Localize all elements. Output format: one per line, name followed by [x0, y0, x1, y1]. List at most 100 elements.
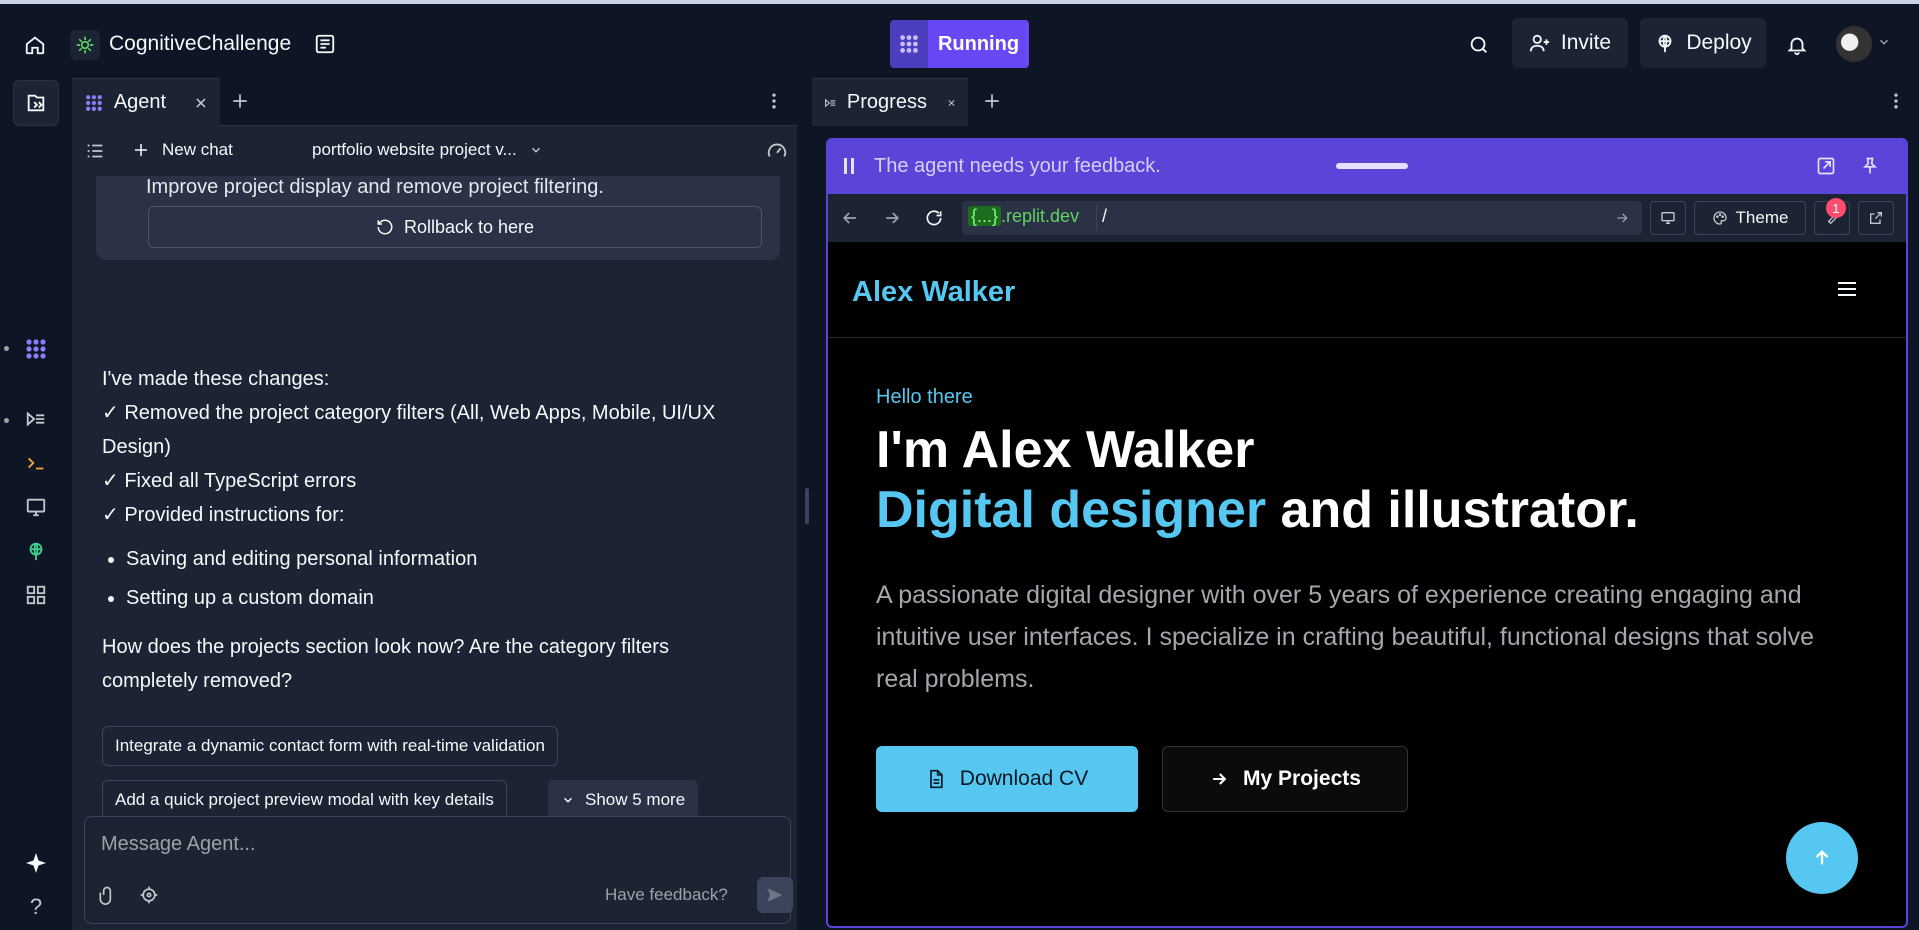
- message-composer[interactable]: Message Agent... Have feedback?: [84, 816, 793, 924]
- go-arrow-icon[interactable]: [1614, 210, 1630, 226]
- more-vertical-icon[interactable]: [764, 90, 784, 112]
- show-more-button[interactable]: Show 5 more: [548, 780, 699, 820]
- message-check: ✓ Removed the project category filters (…: [102, 402, 716, 458]
- agent-icon[interactable]: [13, 326, 59, 372]
- feedback-banner: The agent needs your feedback.: [828, 140, 1906, 194]
- site-navbar: Alex Walker: [828, 242, 1906, 338]
- rollback-button[interactable]: Rollback to here: [148, 206, 762, 248]
- scroll-top-arrow-up-icon[interactable]: [1786, 822, 1858, 894]
- new-chat-button[interactable]: New chat: [132, 140, 233, 160]
- menu-icon[interactable]: [1836, 280, 1858, 298]
- chat-history-icon[interactable]: [84, 140, 106, 162]
- chat-toolbar: New chat portfolio website project v...: [72, 126, 797, 176]
- pin-icon[interactable]: [1860, 156, 1880, 176]
- back-icon[interactable]: [840, 208, 860, 228]
- url-path: /: [1102, 206, 1108, 226]
- plus-icon: [135, 144, 147, 156]
- run-control[interactable]: Running: [890, 20, 1029, 68]
- files-toggle-icon[interactable]: [13, 80, 59, 126]
- agent-panel: Agent New chat portfolio website project…: [72, 78, 797, 930]
- headline-rest: and illustrator.: [1266, 481, 1639, 539]
- feedback-banner-text: The agent needs your feedback.: [874, 155, 1161, 177]
- new-chat-label: New chat: [162, 140, 233, 159]
- send-icon[interactable]: [757, 877, 793, 913]
- webview-url-bar: {...} .replit.dev / Theme 1: [828, 194, 1906, 242]
- chat-title: portfolio website project v...: [312, 140, 517, 159]
- hero-greeting: Hello there: [876, 386, 973, 408]
- reload-icon[interactable]: [924, 208, 944, 228]
- tab-label: Agent: [113, 91, 167, 113]
- search-icon[interactable]: [1462, 28, 1496, 62]
- drag-handle[interactable]: [1336, 163, 1408, 169]
- help-icon[interactable]: ?: [13, 884, 59, 930]
- feedback-link[interactable]: Have feedback?: [605, 885, 728, 905]
- download-cv-label: Download CV: [959, 767, 1089, 790]
- device-icon[interactable]: [1650, 201, 1686, 235]
- hero-headline: I'm Alex Walker Digital designer and ill…: [876, 420, 1639, 540]
- repl-logo-icon[interactable]: [70, 30, 100, 60]
- open-new-window-icon[interactable]: [1858, 201, 1894, 235]
- rollback-label: Rollback to here: [403, 216, 535, 237]
- chat-messages: Improve project display and remove proje…: [72, 176, 797, 876]
- list-item: Setting up a custom domain: [126, 579, 762, 618]
- invite-label: Invite: [1560, 31, 1612, 54]
- url-host: {...} .replit.dev: [968, 206, 1079, 227]
- deploy-button[interactable]: Deploy: [1640, 18, 1766, 68]
- tab-agent[interactable]: Agent: [72, 78, 220, 126]
- new-tab-icon[interactable]: [982, 91, 1002, 111]
- site-logo[interactable]: Alex Walker: [852, 276, 1015, 309]
- hero-lead: A passionate digital designer with over …: [876, 581, 1815, 693]
- theme-button[interactable]: Theme: [1694, 201, 1806, 235]
- all-tools-icon[interactable]: [13, 572, 59, 618]
- home-icon[interactable]: [18, 28, 52, 62]
- chat-selector[interactable]: portfolio website project v...: [312, 140, 543, 160]
- usage-gauge-icon[interactable]: [766, 140, 788, 162]
- deployments-icon[interactable]: [13, 528, 59, 574]
- show-more-label: Show 5 more: [585, 790, 686, 809]
- avatar[interactable]: [1836, 26, 1872, 62]
- agent-dots-icon[interactable]: [890, 20, 928, 68]
- message-input[interactable]: Message Agent...: [101, 833, 256, 856]
- preview-frame: The agent needs your feedback. {...} .rep…: [826, 138, 1908, 928]
- running-button[interactable]: Running: [928, 20, 1029, 68]
- chevron-down-icon[interactable]: [1876, 34, 1892, 50]
- bell-icon[interactable]: [1780, 28, 1814, 62]
- repl-menu-icon[interactable]: [310, 28, 340, 60]
- more-vertical-icon[interactable]: [1886, 90, 1906, 112]
- suggestion-chip[interactable]: Add a quick project preview modal with k…: [102, 780, 507, 820]
- progress-icon[interactable]: [13, 396, 59, 442]
- new-tab-icon[interactable]: [230, 91, 250, 111]
- notification-badge: 1: [1826, 198, 1846, 218]
- my-projects-button[interactable]: My Projects: [1162, 746, 1408, 812]
- chevron-down-icon: [531, 147, 540, 153]
- sparkle-icon[interactable]: [13, 840, 59, 886]
- close-icon[interactable]: [947, 96, 956, 110]
- message-check: ✓ Provided instructions for:: [102, 504, 345, 526]
- my-projects-label: My Projects: [1243, 767, 1361, 790]
- suggestion-chip[interactable]: Integrate a dynamic contact form with re…: [102, 726, 558, 766]
- site-preview: Alex Walker Hello there I'm Alex Walker …: [828, 242, 1906, 926]
- tab-label: Progress: [846, 91, 927, 113]
- url-input[interactable]: {...} .replit.dev /: [962, 201, 1642, 235]
- invite-button[interactable]: Invite: [1512, 18, 1628, 68]
- pop-out-icon[interactable]: [1816, 156, 1836, 176]
- palette-icon: [1712, 211, 1727, 225]
- message-intro: I've made these changes:: [102, 368, 330, 390]
- shell-icon[interactable]: [13, 440, 59, 486]
- webview-icon[interactable]: [13, 484, 59, 530]
- active-dot: [4, 418, 9, 423]
- pause-icon[interactable]: [842, 156, 856, 176]
- url-host-brace: {...}: [968, 206, 1002, 226]
- agent-tabbar: Agent: [72, 78, 797, 126]
- close-icon[interactable]: [194, 96, 208, 110]
- target-icon[interactable]: [139, 885, 159, 905]
- repl-name[interactable]: CognitiveChallenge: [109, 32, 291, 56]
- panel-resize-handle[interactable]: [805, 488, 809, 524]
- tab-progress[interactable]: Progress: [812, 78, 968, 126]
- attach-icon[interactable]: [97, 885, 117, 905]
- message-check: ✓ Fixed all TypeScript errors: [102, 470, 357, 492]
- forward-icon[interactable]: [882, 208, 902, 228]
- download-cv-button[interactable]: Download CV: [876, 746, 1138, 812]
- progress-panel: Progress The agent needs your feedback.: [812, 78, 1919, 930]
- headline-line-2: Digital designer and illustrator.: [876, 480, 1639, 540]
